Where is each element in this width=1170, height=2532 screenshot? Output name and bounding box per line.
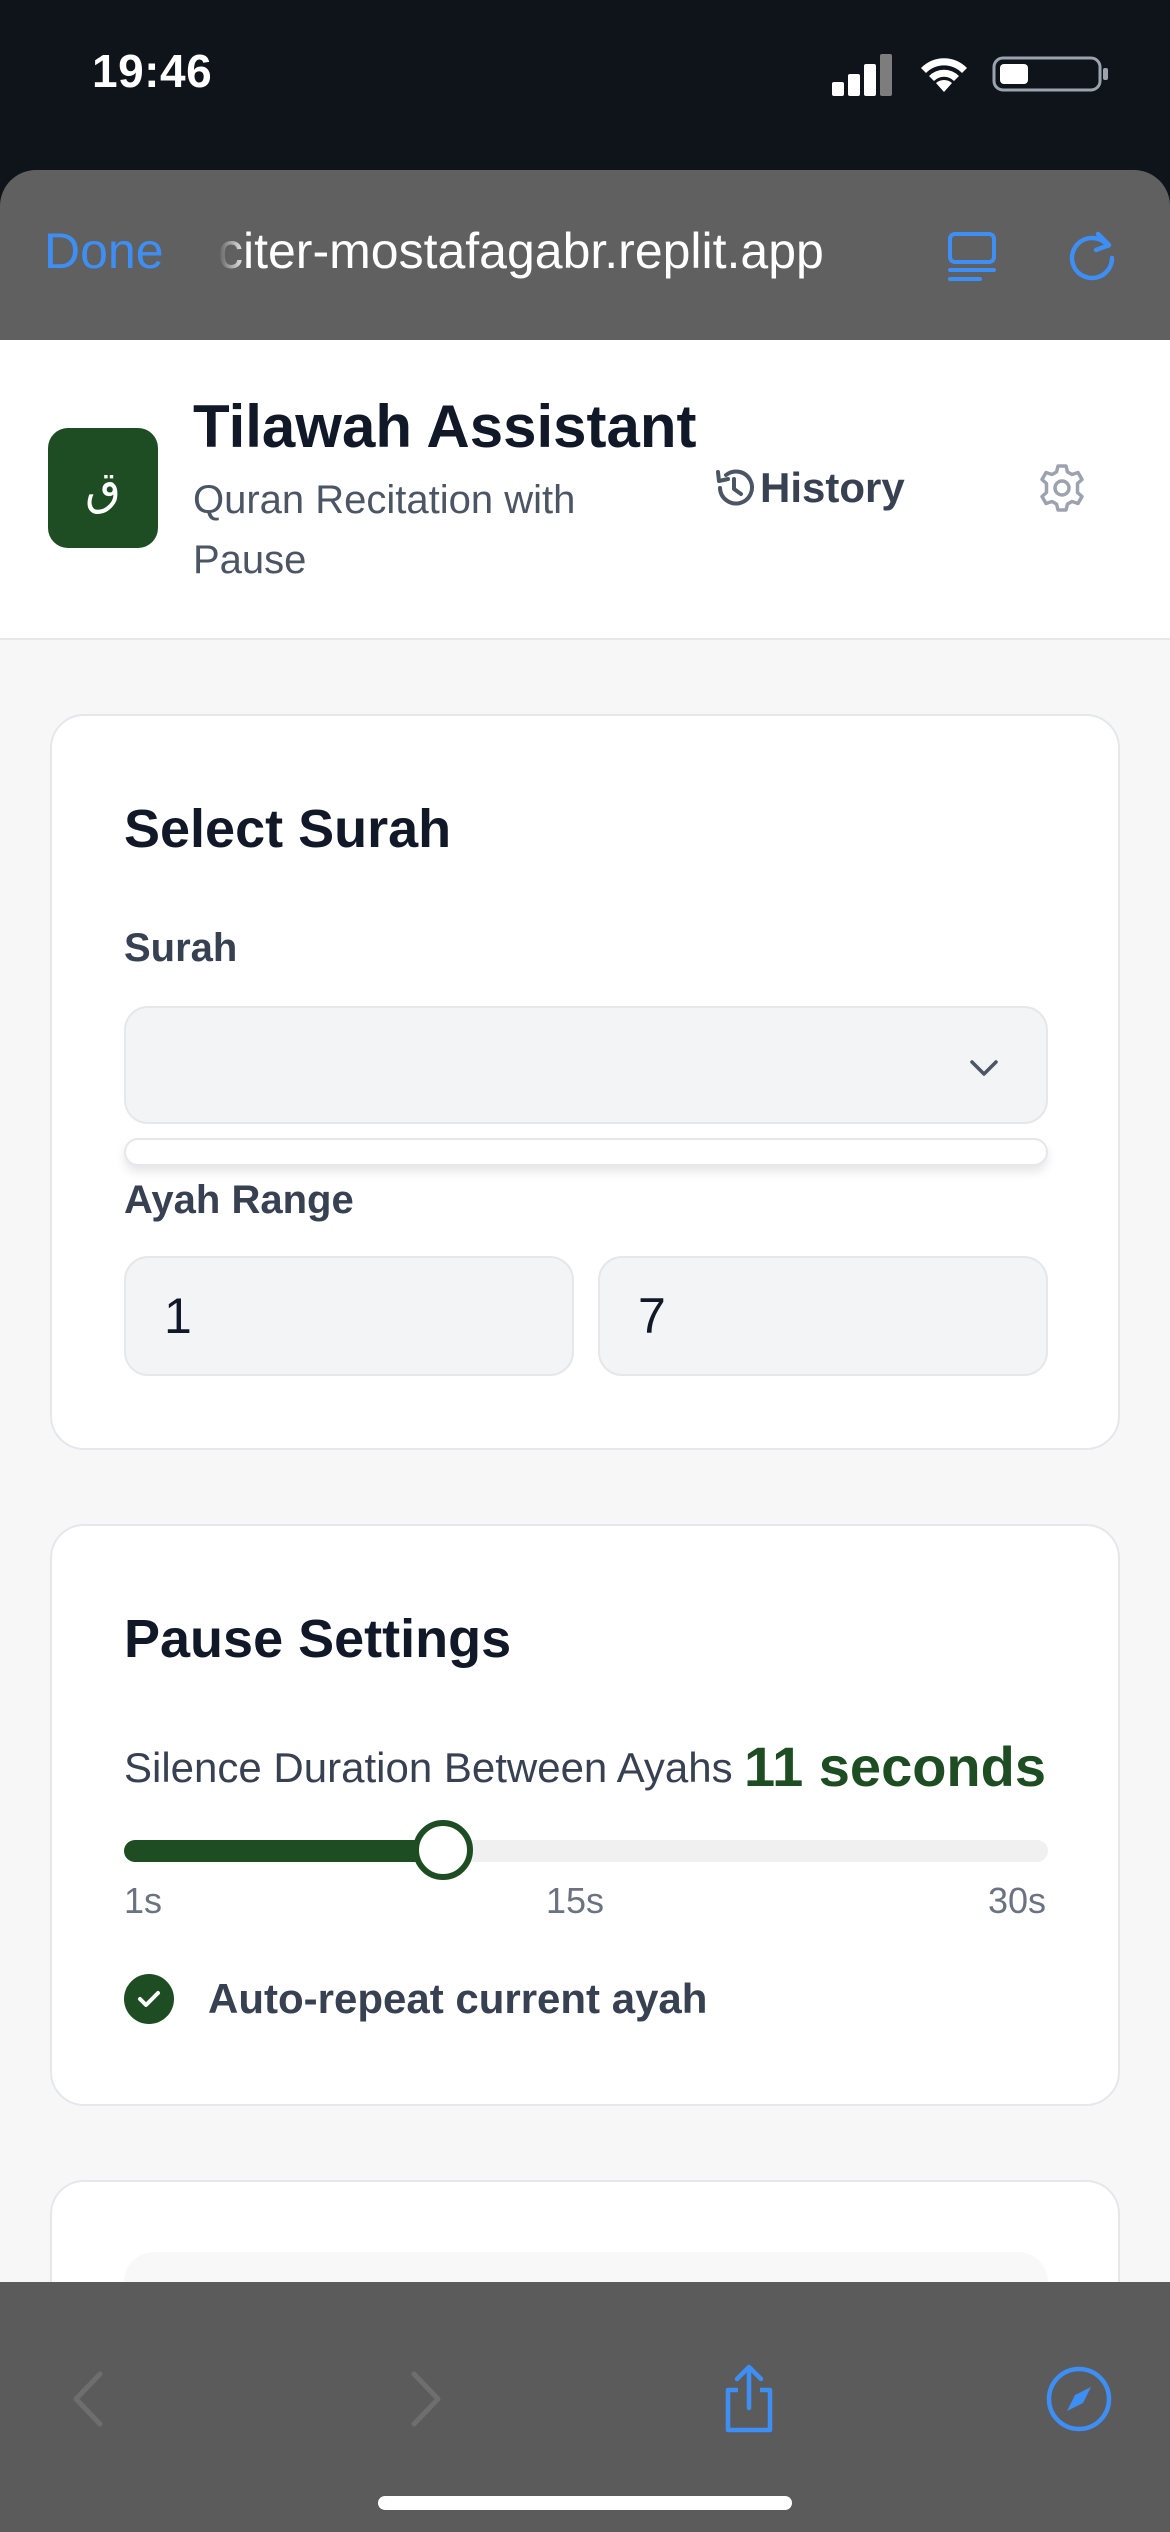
- checkmark-icon: [124, 1974, 174, 2024]
- status-time: 19:46: [92, 45, 213, 97]
- auto-repeat-checkbox[interactable]: Auto-repeat current ayah: [124, 1974, 707, 2024]
- browser-toolbar: [0, 2282, 1170, 2532]
- app-subtitle: Quran Recitation with Pause: [193, 478, 576, 582]
- done-button[interactable]: Done: [44, 222, 164, 280]
- pause-settings-title: Pause Settings: [124, 1609, 512, 1669]
- chevron-down-icon: [970, 1060, 998, 1076]
- silence-slider[interactable]: [124, 1820, 1048, 1880]
- compass-icon[interactable]: [1044, 2364, 1114, 2434]
- slider-tick-max: 30s: [987, 1880, 1046, 1921]
- pause-settings-card: Pause Settings Silence Duration Between …: [50, 1524, 1120, 2106]
- slider-thumb[interactable]: [413, 1820, 473, 1880]
- surah-dropdown-list[interactable]: [124, 1138, 1048, 1166]
- settings-gear-icon[interactable]: [1036, 462, 1088, 514]
- next-card: [50, 2180, 1120, 2282]
- main-content: Select Surah Surah Ayah Range 1 7 Pause …: [0, 640, 1170, 2282]
- history-label: History: [760, 464, 905, 511]
- app-title: Tilawah Assistant: [193, 393, 697, 460]
- surah-label: Surah: [124, 926, 238, 970]
- browser-address-bar: Done citer-mostafagabr.replit.app: [0, 170, 1170, 340]
- status-bar: 19:46: [0, 0, 1170, 170]
- cellular-signal-icon: [832, 52, 894, 96]
- url-field[interactable]: citer-mostafagabr.replit.app: [218, 222, 898, 280]
- surah-select[interactable]: [124, 1006, 1048, 1124]
- ayah-to-input[interactable]: 7: [598, 1256, 1048, 1376]
- home-indicator: [378, 2496, 792, 2510]
- back-icon[interactable]: [56, 2364, 126, 2434]
- history-icon: [716, 469, 754, 506]
- slider-tick-mid: 15s: [546, 1880, 605, 1921]
- select-surah-title: Select Surah: [124, 799, 452, 859]
- wifi-icon: [921, 58, 967, 92]
- silence-duration-label: Silence Duration Between Ayahs: [124, 1744, 733, 1791]
- status-icons: [812, 52, 1112, 98]
- app-header: ق Tilawah Assistant Quran Recitation wit…: [0, 340, 1170, 640]
- slider-tick-min: 1s: [124, 1880, 163, 1921]
- slider-fill: [124, 1840, 443, 1862]
- auto-repeat-label: Auto-repeat current ayah: [208, 1975, 708, 2022]
- history-button[interactable]: History: [710, 458, 905, 518]
- ayah-from-input[interactable]: 1: [124, 1256, 574, 1376]
- battery-icon: [992, 56, 1108, 92]
- reload-icon[interactable]: [1062, 224, 1122, 284]
- forward-icon[interactable]: [388, 2364, 458, 2434]
- app-logo: ق: [48, 428, 158, 548]
- reader-mode-icon[interactable]: [944, 228, 1000, 284]
- silence-duration-value: 11 seconds: [744, 1735, 1046, 1798]
- select-surah-card: Select Surah Surah Ayah Range 1 7: [50, 714, 1120, 1450]
- share-icon[interactable]: [714, 2364, 784, 2434]
- next-card-panel: [124, 2252, 1048, 2282]
- ayah-range-label: Ayah Range: [124, 1178, 354, 1222]
